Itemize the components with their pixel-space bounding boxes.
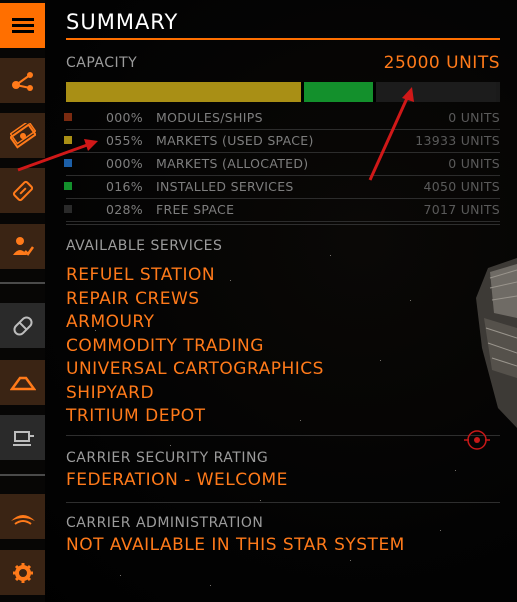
capacity-row: 000% MARKETS (ALLOCATED) 0 UNITS: [64, 153, 500, 176]
row-percent: 016%: [106, 179, 143, 194]
annotation-arrow-left: [17, 139, 98, 172]
service-item: REPAIR CREWS: [66, 288, 200, 309]
title-underline: [66, 38, 500, 40]
page-title: SUMMARY: [66, 10, 179, 34]
service-item: TRITIUM DEPOT: [66, 406, 206, 426]
section-divider: [66, 224, 500, 225]
capacity-breakdown: 000% MODULES/SHIPS 0 UNITS 055% MARKETS (USE…: [64, 107, 500, 222]
color-swatch: [64, 113, 72, 121]
row-percent: 055%: [106, 133, 143, 148]
section-divider: [66, 502, 500, 503]
dome-icon: [9, 376, 36, 390]
row-label: FREE SPACE: [156, 202, 235, 217]
row-label: MODULES/SHIPS: [156, 110, 263, 125]
carrier-button[interactable]: [0, 494, 45, 539]
administration-value: NOT AVAILABLE IN THIS STAR SYSTEM: [66, 535, 405, 555]
row-units: 4050 UNITS: [423, 179, 500, 194]
security-value: FEDERATION - WELCOME: [66, 470, 288, 490]
capacity-row: 055% MARKETS (USED SPACE) 13933 UNITS: [64, 130, 500, 153]
carrier-ship-image: [476, 258, 517, 428]
capacity-bar: [66, 82, 500, 102]
row-percent: 028%: [106, 202, 143, 217]
tag-icon: [12, 180, 33, 201]
services-label: AVAILABLE SERVICES: [66, 238, 223, 254]
person-check-icon: [12, 236, 34, 256]
service-item: REFUEL STATION: [66, 265, 216, 285]
sidebar-divider: [0, 474, 45, 476]
section-divider: [66, 435, 500, 436]
pill-button[interactable]: [0, 303, 45, 348]
terminal-icon: [12, 430, 34, 446]
row-units: 0 UNITS: [448, 156, 500, 171]
row-units: 13933 UNITS: [415, 133, 500, 148]
capacity-value: 25000 UNITS: [383, 53, 500, 73]
color-swatch: [64, 182, 72, 190]
network-icon: [11, 71, 33, 91]
annotation-arrow-right: [368, 87, 414, 181]
pill-icon: [12, 315, 33, 336]
crew-button[interactable]: [0, 224, 45, 269]
left-sidebar: [0, 0, 45, 602]
row-percent: 000%: [106, 110, 143, 125]
security-label: CARRIER SECURITY RATING: [66, 450, 269, 466]
carrier-icon: [10, 514, 35, 525]
row-label: MARKETS (USED SPACE): [156, 133, 314, 148]
network-button[interactable]: [0, 58, 45, 103]
administration-label: CARRIER ADMINISTRATION: [66, 515, 264, 531]
service-item: COMMODITY TRADING: [66, 335, 264, 356]
sidebar-divider: [0, 282, 45, 284]
row-units: 7017 UNITS: [423, 202, 500, 217]
service-item: UNIVERSAL CARTOGRAPHICS: [66, 359, 324, 379]
row-label: INSTALLED SERVICES: [156, 179, 294, 194]
target-reticle-icon: [464, 430, 490, 450]
menu-icon: [11, 17, 34, 33]
service-item: ARMOURY: [66, 312, 155, 332]
gear-icon: [12, 562, 33, 583]
color-swatch: [64, 205, 72, 213]
settings-button[interactable]: [0, 550, 45, 595]
service-item: SHIPYARD: [66, 382, 155, 403]
capacity-bar-segment: [66, 82, 302, 102]
capacity-row: 016% INSTALLED SERVICES 4050 UNITS: [64, 176, 500, 199]
capacity-row: 028% FREE SPACE 7017 UNITS: [64, 199, 500, 222]
row-percent: 000%: [106, 156, 143, 171]
row-label: MARKETS (ALLOCATED): [156, 156, 309, 171]
terminal-button[interactable]: [0, 415, 45, 460]
capacity-row: 000% MODULES/SHIPS 0 UNITS: [64, 107, 500, 130]
capacity-label: CAPACITY: [66, 55, 138, 71]
dome-button[interactable]: [0, 360, 45, 405]
row-units: 0 UNITS: [448, 110, 500, 125]
capacity-bar-segment: [304, 82, 373, 102]
menu-button[interactable]: [0, 3, 45, 48]
